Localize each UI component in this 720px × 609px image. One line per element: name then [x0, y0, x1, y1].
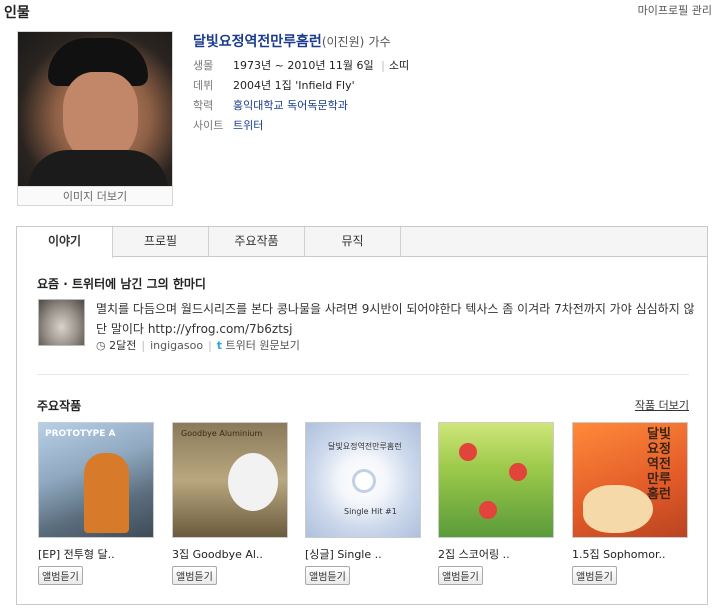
info-value-link[interactable]: 홍익대학교 독어독문학과	[233, 99, 348, 112]
tweet-meta: ◷ 2달전 | ingigasoo | t 트위터 원문보기	[96, 339, 300, 352]
tab-bar: 이야기 프로필 주요작품 뮤직	[17, 227, 707, 258]
clock-icon: ◷	[96, 339, 106, 352]
twitter-icon: t	[216, 339, 223, 352]
tab-works[interactable]: 주요작품	[209, 227, 305, 257]
album-cover[interactable]: PROTOTYPE A	[38, 422, 154, 538]
content-panel: 이야기 프로필 주요작품 뮤직 요즘 · 트위터에 남긴 그의 한마디 멸치를 …	[16, 226, 708, 605]
tweet-text: 멸치를 다듬으며 월드시리즈를 본다 콩나물을 사려면 9시반이 되어야한다 텍…	[96, 299, 696, 339]
tweet-time[interactable]: 2달전	[109, 339, 136, 352]
tab-story[interactable]: 이야기	[17, 227, 113, 258]
profile-photo-box: 이미지 더보기	[17, 31, 173, 206]
profile-real-name: (이진원)	[321, 35, 365, 49]
info-label: 학력	[193, 99, 214, 112]
profile-photo[interactable]	[18, 32, 172, 186]
album-title[interactable]: [싱글] Single ..	[305, 546, 421, 562]
info-row-debut: 데뷔 2004년 1집 'Infield Fly'	[193, 76, 409, 96]
profile-job: 가수	[368, 35, 391, 49]
tweet-user[interactable]: ingigasoo	[150, 339, 203, 352]
info-value: 1973년 ~ 2010년 11월 6일	[233, 59, 374, 72]
more-works-link[interactable]: 작품 더보기	[635, 397, 689, 413]
album-listen-button[interactable]: 앨범듣기	[438, 566, 483, 585]
tab-music[interactable]: 뮤직	[305, 227, 401, 257]
album-listen-button[interactable]: 앨범듣기	[305, 566, 350, 585]
info-label: 생몰	[193, 59, 214, 72]
album-title[interactable]: 3집 Goodbye Al..	[172, 546, 288, 562]
album-title[interactable]: [EP] 전투형 달..	[38, 546, 154, 562]
album-cover[interactable]	[438, 422, 554, 538]
album-cover[interactable]: 달빛요정 역전 만루홈런	[572, 422, 688, 538]
album-cover[interactable]: 달빛요정역전만루홈런 Single Hit #1	[305, 422, 421, 538]
zodiac-value: 소띠	[388, 59, 410, 72]
page-title: 인물	[4, 5, 30, 21]
album-cover[interactable]: Goodbye Aluminium	[172, 422, 288, 538]
more-images-link[interactable]: 이미지 더보기	[18, 186, 172, 205]
twitter-link[interactable]: 트위터	[233, 119, 263, 132]
album-title[interactable]: 2집 스코어링 ..	[438, 546, 554, 562]
info-row-birth: 생몰 1973년 ~ 2010년 11월 6일 | 소띠	[193, 56, 409, 76]
tweet-section-title: 요즘 · 트위터에 남긴 그의 한마디	[37, 277, 206, 291]
album-listen-button[interactable]: 앨범듣기	[572, 566, 617, 585]
tweet-url[interactable]: http://yfrog.com/7b6ztsj	[148, 322, 293, 336]
info-label: 데뷔	[193, 79, 214, 92]
profile-name-row: 달빛요정역전만루홈런(이진원) 가수	[193, 31, 391, 51]
info-row-education: 학력 홍익대학교 독어독문학과	[193, 96, 409, 116]
info-row-site: 사이트 트위터	[193, 116, 409, 136]
album-title[interactable]: 1.5집 Sophomor..	[572, 546, 688, 562]
album-card: 달빛요정 역전 만루홈런 1.5집 Sophomor.. 앨범듣기	[572, 422, 688, 585]
tweet-avatar[interactable]	[38, 299, 85, 346]
info-label: 사이트	[193, 119, 224, 132]
works-section-title: 주요작품	[37, 399, 82, 413]
album-card: PROTOTYPE A [EP] 전투형 달.. 앨범듣기	[38, 422, 154, 585]
album-listen-button[interactable]: 앨범듣기	[38, 566, 83, 585]
my-profile-manage-link[interactable]: 마이프로필 관리	[638, 2, 712, 18]
album-card: 달빛요정역전만루홈런 Single Hit #1 [싱글] Single .. 앨…	[305, 422, 421, 585]
profile-name[interactable]: 달빛요정역전만루홈런	[193, 34, 322, 50]
tweet-source-link[interactable]: 트위터 원문보기	[226, 339, 300, 352]
profile-info: 생몰 1973년 ~ 2010년 11월 6일 | 소띠 데뷔 2004년 1집 'I…	[193, 56, 409, 136]
album-listen-button[interactable]: 앨범듣기	[172, 566, 217, 585]
album-card: Goodbye Aluminium 3집 Goodbye Al.. 앨범듣기	[172, 422, 288, 585]
info-value: 2004년 1집 'Infield Fly'	[233, 79, 355, 92]
album-card: 2집 스코어링 .. 앨범듣기	[438, 422, 554, 585]
divider	[37, 374, 689, 375]
tab-profile[interactable]: 프로필	[113, 227, 209, 257]
